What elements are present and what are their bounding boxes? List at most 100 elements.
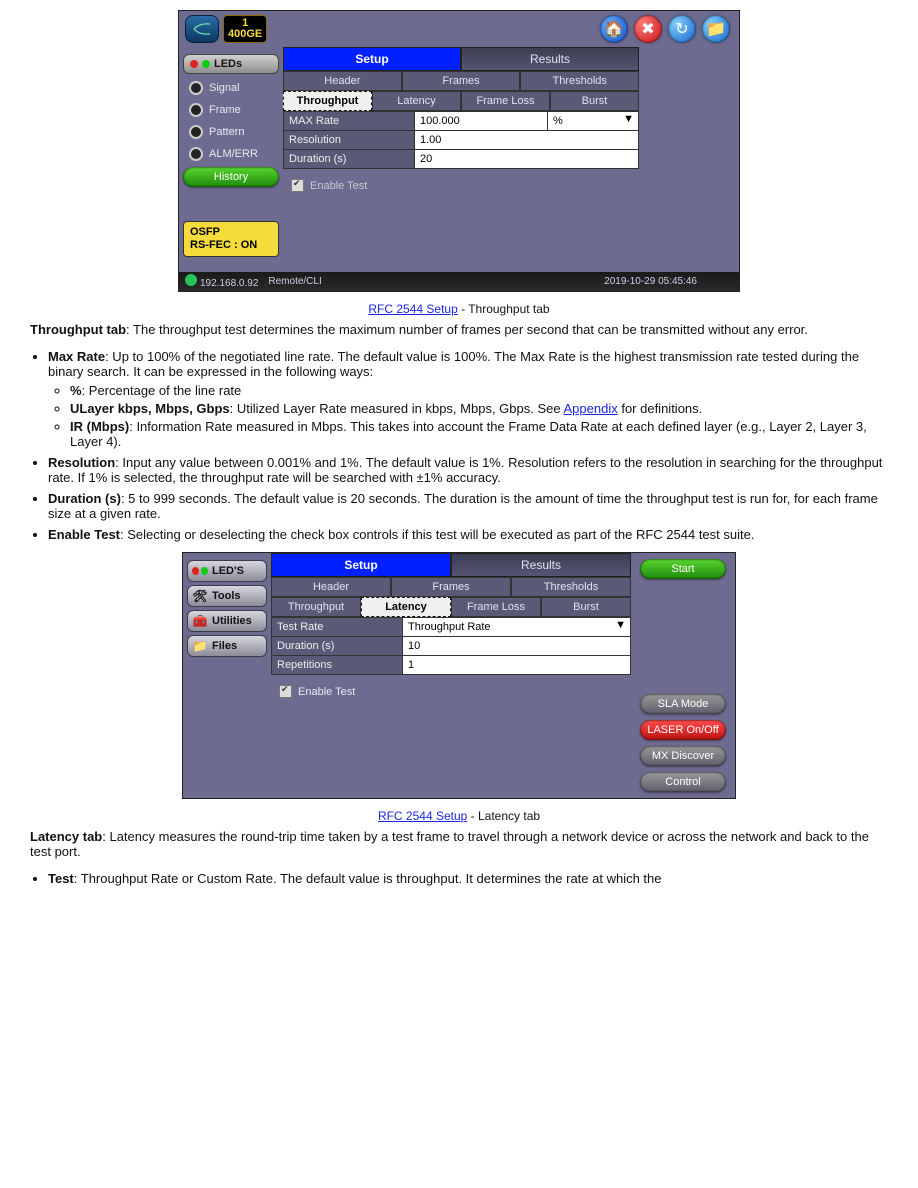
radio-icon <box>189 103 203 117</box>
tab-results[interactable]: Results <box>451 553 631 577</box>
close-icon[interactable]: ✖ <box>634 15 662 43</box>
enable-test-row[interactable]: Enable Test <box>283 169 639 202</box>
bullet-resolution: Resolution: Input any value between 0.00… <box>48 455 888 485</box>
bullet-test: Test: Throughput Rate or Custom Rate. Th… <box>48 871 888 886</box>
title-bar: 1 400GE 🏠 ✖ ↻ 📁 <box>179 11 739 47</box>
repetitions-label: Repetitions <box>272 656 403 675</box>
ssubtab-latency[interactable]: Latency <box>372 91 461 111</box>
subtab-header[interactable]: Header <box>271 577 391 597</box>
test-rate-label: Test Rate <box>272 618 403 637</box>
remote-mode: Remote/CLI <box>268 276 321 287</box>
leds-label: LEDs <box>214 58 242 70</box>
section-throughput: Throughput tab: The throughput test dete… <box>30 322 888 542</box>
bullet-duration: Duration (s): 5 to 999 seconds. The defa… <box>48 491 888 521</box>
folder-icon[interactable]: 📁 <box>702 15 730 43</box>
checkbox-icon[interactable] <box>291 179 304 192</box>
led-green-icon <box>202 60 210 68</box>
ssubtab-frameloss[interactable]: Frame Loss <box>451 597 541 617</box>
radio-icon <box>189 125 203 139</box>
sidebar-item-almerr[interactable]: ALM/ERR <box>183 143 279 165</box>
chevron-down-icon: ▼ <box>615 619 626 631</box>
caption-latency: RFC 2544 Setup - Latency tab <box>30 809 888 823</box>
leds-icon <box>192 564 208 578</box>
screenshot-latency: LED'S 🛠 Tools 🧰 Utilities 📁 Files Setup <box>182 552 736 799</box>
bullet-max-rate: Max Rate: Up to 100% of the negotiated l… <box>48 349 888 449</box>
sidebar: LEDs Signal Frame Pattern ALM/ERR Histor… <box>179 47 283 272</box>
sla-mode-button[interactable]: SLA Mode <box>640 694 726 714</box>
params-table: Test Rate Throughput Rate ▼ Duration (s)… <box>271 617 631 675</box>
caption-throughput: RFC 2544 Setup - Throughput tab <box>30 302 888 316</box>
appendix-link[interactable]: Appendix <box>564 401 618 416</box>
duration-label: Duration (s) <box>284 150 415 169</box>
main-panel: Setup Results Header Frames Thresholds T… <box>283 47 639 272</box>
datetime: 2019-10-29 05:45:46 <box>604 276 697 287</box>
caption-link[interactable]: RFC 2544 Setup <box>368 302 457 316</box>
status-line2: RS-FEC : ON <box>190 239 272 252</box>
test-rate-select[interactable]: Throughput Rate ▼ <box>403 618 631 637</box>
refresh-icon[interactable]: ↻ <box>668 15 696 43</box>
duration-value[interactable]: 20 <box>415 150 639 169</box>
scope-icon[interactable] <box>185 15 219 43</box>
chevron-down-icon: ▼ <box>623 113 634 125</box>
screenshot-throughput: 1 400GE 🏠 ✖ ↻ 📁 LEDs Signal Frame Patter… <box>178 10 740 292</box>
section-heading: Throughput tab <box>30 322 126 337</box>
max-rate-label: MAX Rate <box>284 112 415 131</box>
section-heading: Latency tab <box>30 829 102 844</box>
caption-link[interactable]: RFC 2544 Setup <box>378 809 467 823</box>
ssubtab-latency[interactable]: Latency <box>361 597 451 617</box>
radio-icon <box>189 147 203 161</box>
sidebar-item-files[interactable]: 📁 Files <box>187 635 267 657</box>
sidebar-item-pattern[interactable]: Pattern <box>183 121 279 143</box>
enable-test-row[interactable]: Enable Test <box>271 675 631 708</box>
files-icon: 📁 <box>192 639 208 653</box>
status-line1: OSFP <box>190 226 272 239</box>
utilities-icon: 🧰 <box>192 614 208 628</box>
radio-icon <box>189 81 203 95</box>
laser-onoff-button[interactable]: LASER On/Off <box>640 720 726 740</box>
sidebar: LED'S 🛠 Tools 🧰 Utilities 📁 Files <box>183 553 271 798</box>
bullet-enable: Enable Test: Selecting or deselecting th… <box>48 527 888 542</box>
subtab-frames[interactable]: Frames <box>402 71 521 91</box>
ip-address: 192.168.0.92 <box>200 278 258 289</box>
subtab-thresholds[interactable]: Thresholds <box>511 577 631 597</box>
tab-setup[interactable]: Setup <box>271 553 451 577</box>
led-red-icon <box>190 60 198 68</box>
subtab-header[interactable]: Header <box>283 71 402 91</box>
duration-label: Duration (s) <box>272 637 403 656</box>
params-table: MAX Rate 100.000 % ▼ Resolution 1.00 Dur… <box>283 111 639 169</box>
sidebar-item-utilities[interactable]: 🧰 Utilities <box>187 610 267 632</box>
mx-discover-button[interactable]: MX Discover <box>640 746 726 766</box>
sidebar-item-signal[interactable]: Signal <box>183 77 279 99</box>
ip-status-icon <box>185 274 197 286</box>
sidebar-item-leds[interactable]: LED'S <box>187 560 267 582</box>
section-latency: Latency tab: Latency measures the round-… <box>30 829 888 886</box>
sidebar-item-frame[interactable]: Frame <box>183 99 279 121</box>
checkbox-icon[interactable] <box>279 685 292 698</box>
sidebar-item-tools[interactable]: 🛠 Tools <box>187 585 267 607</box>
duration-value[interactable]: 10 <box>403 637 631 656</box>
leds-button[interactable]: LEDs <box>183 54 279 74</box>
ssubtab-frameloss[interactable]: Frame Loss <box>461 91 550 111</box>
history-button[interactable]: History <box>183 167 279 187</box>
subtab-frames[interactable]: Frames <box>391 577 511 597</box>
enable-label: Enable Test <box>298 686 355 698</box>
resolution-value[interactable]: 1.00 <box>415 131 639 150</box>
ssubtab-burst[interactable]: Burst <box>541 597 631 617</box>
tab-setup[interactable]: Setup <box>283 47 461 71</box>
repetitions-value[interactable]: 1 <box>403 656 631 675</box>
ssubtab-throughput[interactable]: Throughput <box>271 597 361 617</box>
max-rate-value[interactable]: 100.000 <box>415 112 548 131</box>
ssubtab-throughput[interactable]: Throughput <box>283 91 372 111</box>
tab-results[interactable]: Results <box>461 47 639 71</box>
home-icon[interactable]: 🏠 <box>600 15 628 43</box>
subtab-thresholds[interactable]: Thresholds <box>520 71 639 91</box>
badge-line2: 400GE <box>228 29 262 40</box>
ssubtab-burst[interactable]: Burst <box>550 91 639 111</box>
tools-icon: 🛠 <box>192 589 208 603</box>
main-panel: Setup Results Header Frames Thresholds T… <box>271 553 631 798</box>
status-bar: 192.168.0.92 Remote/CLI 2019-10-29 05:45… <box>179 272 739 291</box>
enable-label: Enable Test <box>310 180 367 192</box>
control-button[interactable]: Control <box>640 772 726 792</box>
max-rate-unit-select[interactable]: % ▼ <box>548 112 639 131</box>
start-button[interactable]: Start <box>640 559 726 579</box>
